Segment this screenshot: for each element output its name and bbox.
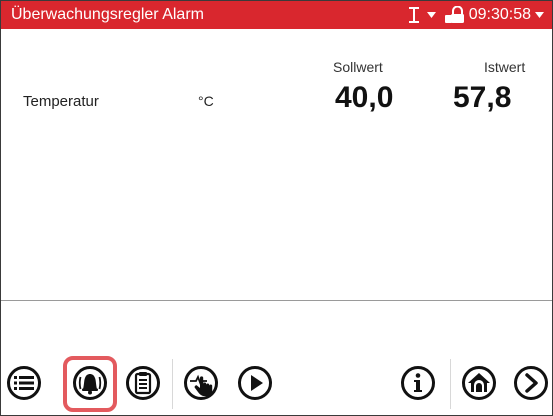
parameter-label: Temperatur xyxy=(23,93,99,110)
next-arrow-icon xyxy=(514,366,548,400)
unit-label: °C xyxy=(198,93,214,109)
actual-value: 57,8 xyxy=(453,81,512,114)
manual-operation-button[interactable] xyxy=(183,365,219,401)
toolbar-separator xyxy=(450,359,451,409)
play-icon xyxy=(238,366,272,400)
alarm-bell-icon xyxy=(73,366,107,400)
clipboard-button[interactable] xyxy=(125,365,161,401)
clipboard-list-icon xyxy=(126,366,160,400)
info-icon xyxy=(401,366,435,400)
info-button[interactable] xyxy=(400,365,436,401)
alarm-button[interactable] xyxy=(72,365,108,401)
lock-icon[interactable] xyxy=(444,6,466,24)
dropdown-arrow-icon[interactable] xyxy=(426,12,436,18)
column-header-sollwert: Sollwert xyxy=(333,59,383,75)
time-dropdown-arrow-icon[interactable] xyxy=(535,12,544,18)
bottom-toolbar xyxy=(1,353,552,415)
menu-icon xyxy=(7,366,41,400)
setpoint-value[interactable]: 40,0 xyxy=(335,81,393,115)
controller-screen: Überwachungsregler Alarm 09:30:58 Sollwe… xyxy=(0,0,553,416)
home-button[interactable] xyxy=(461,365,497,401)
next-button[interactable] xyxy=(513,365,549,401)
page-title: Überwachungsregler Alarm xyxy=(11,6,204,23)
manual-touch-icon xyxy=(184,366,218,400)
home-icon xyxy=(462,366,496,400)
usb-icon[interactable] xyxy=(407,6,421,24)
toolbar-separator xyxy=(172,359,173,409)
status-area: 09:30:58 xyxy=(407,4,544,26)
menu-button[interactable] xyxy=(6,365,42,401)
divider xyxy=(1,300,552,301)
program-start-button[interactable] xyxy=(237,365,273,401)
column-header-istwert: Istwert xyxy=(484,59,526,75)
clock-time[interactable]: 09:30:58 xyxy=(469,6,531,24)
title-bar: Überwachungsregler Alarm 09:30:58 xyxy=(1,1,552,29)
